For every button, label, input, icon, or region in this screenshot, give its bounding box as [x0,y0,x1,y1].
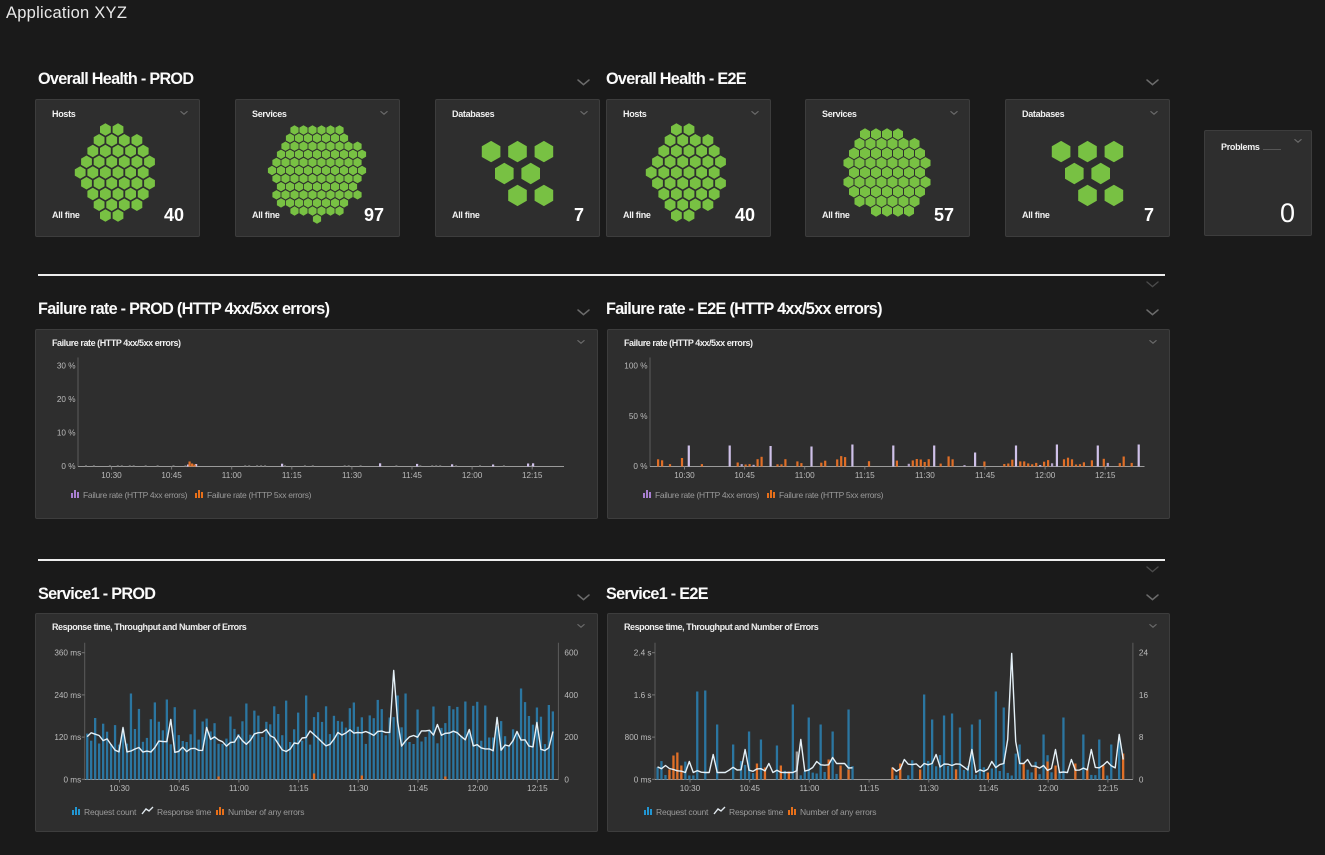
svg-text:10:45: 10:45 [734,471,755,480]
svg-text:10:30: 10:30 [101,471,122,480]
svg-text:12:00: 12:00 [462,471,483,480]
svg-text:100 %: 100 % [624,362,647,371]
svg-text:0 %: 0 % [633,462,647,471]
svg-text:0: 0 [1139,775,1144,784]
svg-text:800 ms: 800 ms [625,733,652,742]
svg-text:10:45: 10:45 [161,471,182,480]
svg-text:12:15: 12:15 [527,784,548,793]
svg-text:12:00: 12:00 [1035,471,1056,480]
svg-text:12:15: 12:15 [1095,471,1116,480]
svg-text:20 %: 20 % [57,395,76,404]
svg-text:Response time: Response time [729,807,784,817]
svg-text:11:15: 11:15 [855,471,875,480]
svg-text:Number of any errors: Number of any errors [800,807,876,817]
svg-text:11:45: 11:45 [402,471,422,480]
svg-text:11:15: 11:15 [282,471,302,480]
svg-text:0: 0 [564,775,569,784]
svg-text:360 ms: 360 ms [54,649,81,658]
svg-text:11:15: 11:15 [859,784,879,793]
svg-text:2.4 s: 2.4 s [634,649,652,658]
svg-text:Response time: Response time [157,807,212,817]
svg-text:Number of any errors: Number of any errors [228,807,304,817]
svg-text:11:45: 11:45 [979,784,999,793]
svg-text:11:45: 11:45 [975,471,995,480]
svg-text:240 ms: 240 ms [54,691,81,700]
svg-text:30 %: 30 % [57,362,76,371]
svg-text:120 ms: 120 ms [54,733,81,742]
svg-text:12:15: 12:15 [1098,784,1119,793]
svg-text:0 %: 0 % [61,462,75,471]
svg-text:Failure rate (HTTP 4xx errors): Failure rate (HTTP 4xx errors) [83,490,188,500]
svg-text:10:30: 10:30 [674,471,695,480]
svg-text:1.6 s: 1.6 s [634,691,652,700]
svg-text:10:30: 10:30 [109,784,130,793]
svg-text:Failure rate (HTTP 5xx errors): Failure rate (HTTP 5xx errors) [207,490,312,500]
svg-text:10 %: 10 % [57,429,76,438]
svg-text:0 ms: 0 ms [63,775,81,784]
svg-text:10:45: 10:45 [739,784,760,793]
svg-text:0 ms: 0 ms [634,775,652,784]
svg-text:Failure rate (HTTP 5xx errors): Failure rate (HTTP 5xx errors) [779,490,884,500]
svg-text:8: 8 [1139,733,1144,742]
svg-text:200: 200 [564,733,578,742]
svg-text:11:00: 11:00 [799,784,819,793]
svg-text:11:30: 11:30 [342,471,362,480]
svg-text:11:45: 11:45 [408,784,428,793]
svg-text:11:00: 11:00 [795,471,815,480]
svg-text:10:30: 10:30 [680,784,701,793]
svg-text:11:30: 11:30 [915,471,935,480]
svg-text:11:30: 11:30 [919,784,939,793]
svg-text:Failure rate (HTTP 4xx errors): Failure rate (HTTP 4xx errors) [655,490,760,500]
svg-text:400: 400 [564,691,578,700]
svg-text:12:00: 12:00 [1038,784,1059,793]
svg-text:12:00: 12:00 [467,784,488,793]
svg-text:11:00: 11:00 [222,471,242,480]
svg-text:11:00: 11:00 [229,784,249,793]
svg-text:50 %: 50 % [629,412,648,421]
svg-text:24: 24 [1139,649,1149,658]
svg-text:600: 600 [564,649,578,658]
svg-text:12:15: 12:15 [522,471,543,480]
svg-text:Request count: Request count [84,807,137,817]
svg-text:10:45: 10:45 [169,784,190,793]
svg-text:16: 16 [1139,691,1149,700]
svg-text:11:15: 11:15 [289,784,309,793]
svg-text:11:30: 11:30 [348,784,368,793]
svg-text:Request count: Request count [656,807,709,817]
